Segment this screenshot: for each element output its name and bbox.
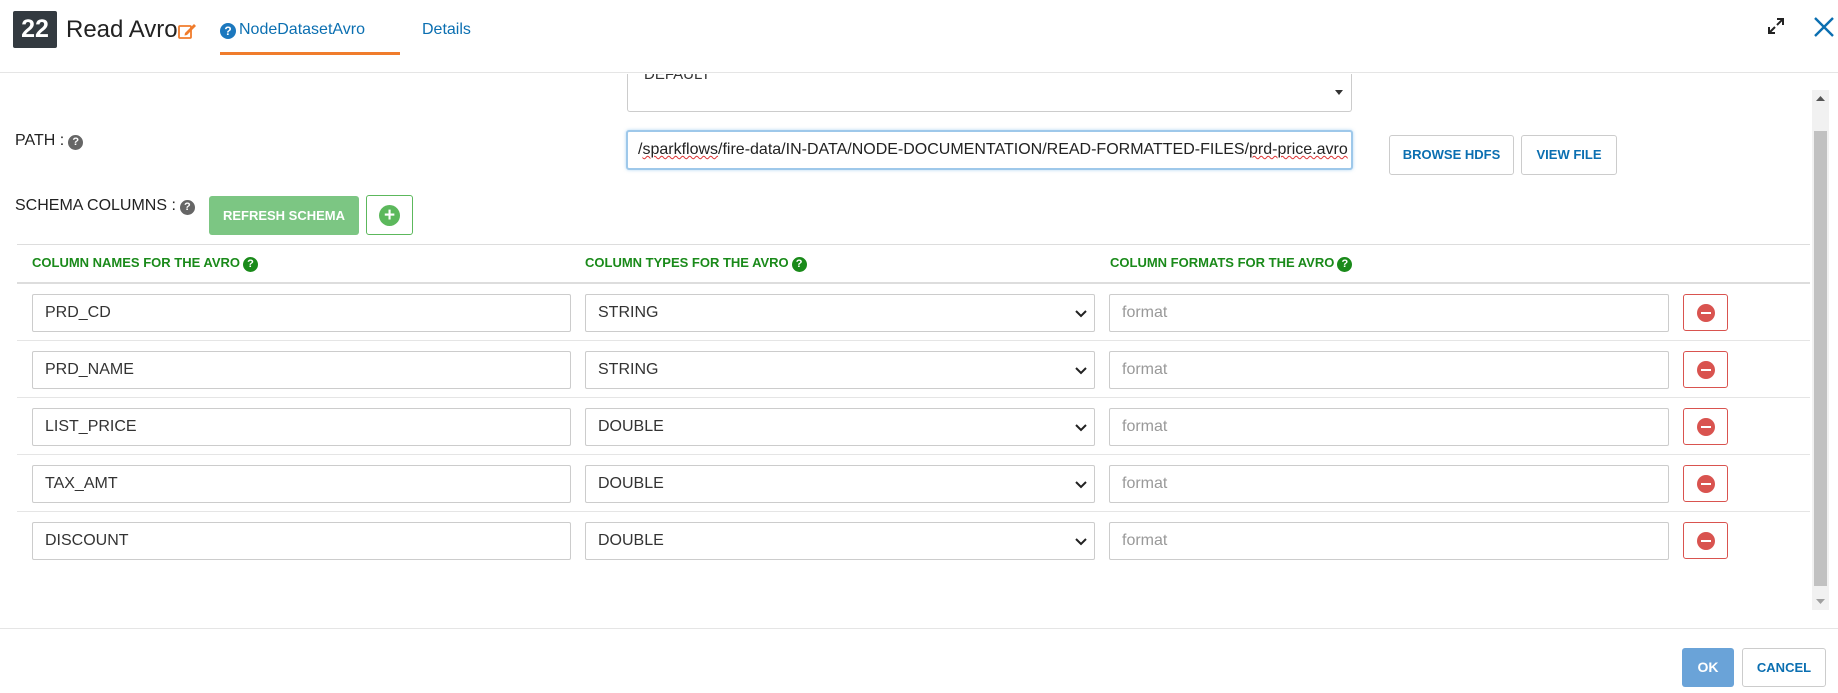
remove-column-button[interactable] — [1683, 465, 1728, 502]
table-row: PRD_NAME STRING format — [17, 341, 1810, 398]
column-type-select[interactable]: DOUBLE — [585, 408, 1095, 446]
modal-footer: OK CANCEL — [0, 628, 1838, 693]
column-name-input[interactable]: PRD_CD — [32, 294, 571, 332]
add-column-button[interactable]: + — [366, 195, 413, 235]
table-row: DISCOUNT DOUBLE format — [17, 512, 1810, 569]
tab-label: NodeDatasetAvro — [239, 21, 365, 38]
path-label: PATH : — [15, 132, 65, 149]
table-row: TAX_AMT DOUBLE format — [17, 455, 1810, 512]
remove-column-button[interactable] — [1683, 522, 1728, 559]
minus-circle-icon — [1697, 418, 1715, 436]
column-type-select[interactable]: STRING — [585, 294, 1095, 332]
path-label-row: PATH :? — [15, 131, 84, 151]
refresh-schema-button[interactable]: REFRESH SCHEMA — [209, 196, 359, 235]
column-name-input[interactable]: TAX_AMT — [32, 465, 571, 503]
view-file-button[interactable]: VIEW FILE — [1521, 135, 1617, 175]
browse-hdfs-button[interactable]: BROWSE HDFS — [1389, 135, 1514, 175]
minus-circle-icon — [1697, 361, 1715, 379]
modal-header: 22 Read Avro ? NodeDatasetAvro Details — [0, 0, 1838, 73]
connection-select-value: DEFAULT — [644, 74, 711, 83]
active-tab-indicator — [220, 52, 400, 55]
column-type-value: STRING — [598, 304, 659, 321]
chevron-down-icon — [1075, 481, 1087, 489]
path-text-part: prd-price.avro — [1249, 141, 1348, 158]
column-type-value: STRING — [598, 361, 659, 378]
tab-nodedatasetavro[interactable]: ? NodeDatasetAvro — [220, 18, 365, 42]
scroll-down-arrow-icon[interactable] — [1812, 593, 1829, 610]
tab-details[interactable]: Details — [422, 18, 471, 42]
help-icon[interactable]: ? — [243, 257, 258, 272]
remove-column-button[interactable] — [1683, 294, 1728, 331]
column-name-input[interactable]: LIST_PRICE — [32, 408, 571, 446]
column-name-input[interactable]: PRD_NAME — [32, 351, 571, 389]
column-format-input[interactable]: format — [1109, 294, 1669, 332]
ok-button[interactable]: OK — [1682, 648, 1734, 687]
header-text: COLUMN FORMATS FOR THE AVRO — [1110, 255, 1335, 270]
column-type-select[interactable]: DOUBLE — [585, 522, 1095, 560]
cancel-button[interactable]: CANCEL — [1742, 648, 1826, 687]
chevron-down-icon — [1075, 310, 1087, 318]
scroll-up-arrow-icon[interactable] — [1812, 90, 1829, 107]
node-title: Read Avro — [66, 16, 178, 43]
table-header-row: COLUMN NAMES FOR THE AVRO? COLUMN TYPES … — [17, 244, 1810, 284]
column-type-value: DOUBLE — [598, 418, 664, 435]
column-format-input[interactable]: format — [1109, 408, 1669, 446]
caret-down-icon — [1335, 90, 1343, 95]
node-number-badge: 22 — [13, 11, 57, 48]
remove-column-button[interactable] — [1683, 351, 1728, 388]
path-text-part: sparkflows — [642, 141, 719, 158]
column-type-value: DOUBLE — [598, 475, 664, 492]
column-format-input[interactable]: format — [1109, 465, 1669, 503]
help-icon[interactable]: ? — [791, 257, 807, 272]
column-type-select[interactable]: DOUBLE — [585, 465, 1095, 503]
schema-columns-label: SCHEMA COLUMNS : — [15, 197, 176, 214]
column-names-header: COLUMN NAMES FOR THE AVRO? — [32, 255, 258, 272]
column-formats-header: COLUMN FORMATS FOR THE AVRO? — [1110, 255, 1353, 272]
table-row: PRD_CD STRING format — [17, 284, 1810, 341]
column-name-input[interactable]: DISCOUNT — [32, 522, 571, 560]
minus-circle-icon — [1697, 304, 1715, 322]
help-icon[interactable]: ? — [68, 135, 84, 150]
remove-column-button[interactable] — [1683, 408, 1728, 445]
edit-icon[interactable] — [177, 21, 197, 41]
schema-label-row: SCHEMA COLUMNS :? — [15, 196, 195, 216]
table-row: LIST_PRICE DOUBLE format — [17, 398, 1810, 455]
scroll-thumb[interactable] — [1814, 131, 1827, 586]
column-format-input[interactable]: format — [1109, 351, 1669, 389]
plus-circle-icon: + — [379, 205, 400, 226]
minus-circle-icon — [1697, 532, 1715, 550]
minus-circle-icon — [1697, 475, 1715, 493]
column-types-header: COLUMN TYPES FOR THE AVRO? — [585, 255, 807, 272]
header-text: COLUMN TYPES FOR THE AVRO — [585, 255, 789, 270]
close-icon[interactable] — [1812, 15, 1836, 39]
connection-select[interactable]: DEFAULT — [627, 74, 1352, 112]
column-type-select[interactable]: STRING — [585, 351, 1095, 389]
question-circle-icon: ? — [220, 23, 236, 39]
help-icon[interactable]: ? — [1337, 257, 1353, 272]
column-type-value: DOUBLE — [598, 532, 664, 549]
expand-icon[interactable] — [1766, 16, 1786, 36]
chevron-down-icon — [1075, 367, 1087, 375]
column-format-input[interactable]: format — [1109, 522, 1669, 560]
header-text: COLUMN NAMES FOR THE AVRO — [32, 255, 240, 270]
path-text-part: /fire-data/IN-DATA/NODE-DOCUMENTATION/RE… — [718, 141, 1250, 158]
vertical-scrollbar[interactable] — [1812, 90, 1829, 610]
chevron-down-icon — [1075, 538, 1087, 546]
chevron-down-icon — [1075, 424, 1087, 432]
path-input[interactable]: /sparkflows/fire-data/IN-DATA/NODE-DOCUM… — [626, 130, 1353, 170]
help-icon[interactable]: ? — [179, 200, 195, 215]
